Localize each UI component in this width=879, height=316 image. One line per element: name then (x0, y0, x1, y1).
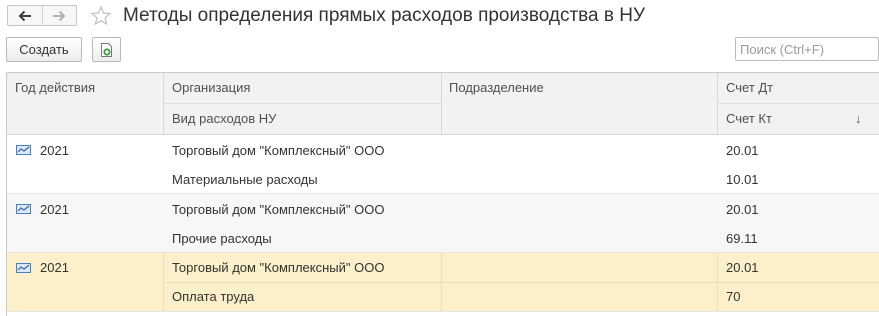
table-row[interactable]: 2021 Торговый дом "Комплексный" ООО Проч… (7, 194, 879, 252)
back-button[interactable] (8, 6, 42, 25)
cell-year: 2021 (40, 202, 69, 217)
sort-descending-icon: ↓ (855, 111, 862, 126)
table-row-selected[interactable]: 2021 Торговый дом "Комплексный" ООО Опла… (7, 253, 879, 311)
cell-credit-account: 70 (726, 289, 741, 304)
forward-button[interactable] (41, 6, 77, 25)
navigation-buttons (7, 5, 77, 26)
cell-credit-account: 69.11 (726, 231, 758, 246)
cell-expense-type: Оплата труда (172, 289, 255, 304)
cell-organization: Торговый дом "Комплексный" ООО (172, 260, 385, 275)
table-header: Год действия Организация Вид расходов НУ… (7, 73, 879, 135)
cell-organization: Торговый дом "Комплексный" ООО (172, 202, 385, 217)
header-organization[interactable]: Организация (164, 80, 441, 95)
arrow-right-icon (53, 10, 66, 21)
header-divider (718, 103, 879, 104)
header-credit-account[interactable]: Счет Кт (718, 111, 878, 126)
cell-year: 2021 (40, 260, 69, 275)
row-inner-divider (164, 282, 879, 283)
header-expense-type[interactable]: Вид расходов НУ (164, 111, 441, 126)
data-table: Год действия Организация Вид расходов НУ… (6, 72, 879, 316)
create-button[interactable]: Создать (6, 37, 82, 62)
star-icon[interactable] (90, 5, 112, 27)
header-year[interactable]: Год действия (7, 80, 162, 95)
copy-button[interactable] (92, 37, 121, 62)
cell-credit-account: 10.01 (726, 172, 759, 187)
page-title: Методы определения прямых расходов произ… (123, 5, 646, 26)
table-row[interactable]: 2021 Торговый дом "Комплексный" ООО Мате… (7, 135, 879, 193)
header-divider (164, 103, 441, 104)
record-icon (16, 204, 31, 214)
record-icon (16, 145, 31, 155)
cell-organization: Торговый дом "Комплексный" ООО (172, 143, 385, 158)
cell-debit-account: 20.01 (726, 143, 759, 158)
cell-expense-type: Материальные расходы (172, 172, 318, 187)
cell-debit-account: 20.01 (726, 260, 759, 275)
header-debit-account[interactable]: Счет Дт (718, 80, 878, 95)
cell-debit-account: 20.01 (726, 202, 759, 217)
row-divider (7, 311, 879, 312)
record-icon (16, 263, 31, 273)
cell-year: 2021 (40, 143, 69, 158)
cell-expense-type: Прочие расходы (172, 231, 272, 246)
arrow-left-icon (18, 10, 31, 21)
column-divider (441, 73, 442, 134)
header-department[interactable]: Подразделение (441, 80, 717, 95)
copy-document-icon (100, 42, 112, 57)
search-input[interactable] (735, 37, 879, 61)
